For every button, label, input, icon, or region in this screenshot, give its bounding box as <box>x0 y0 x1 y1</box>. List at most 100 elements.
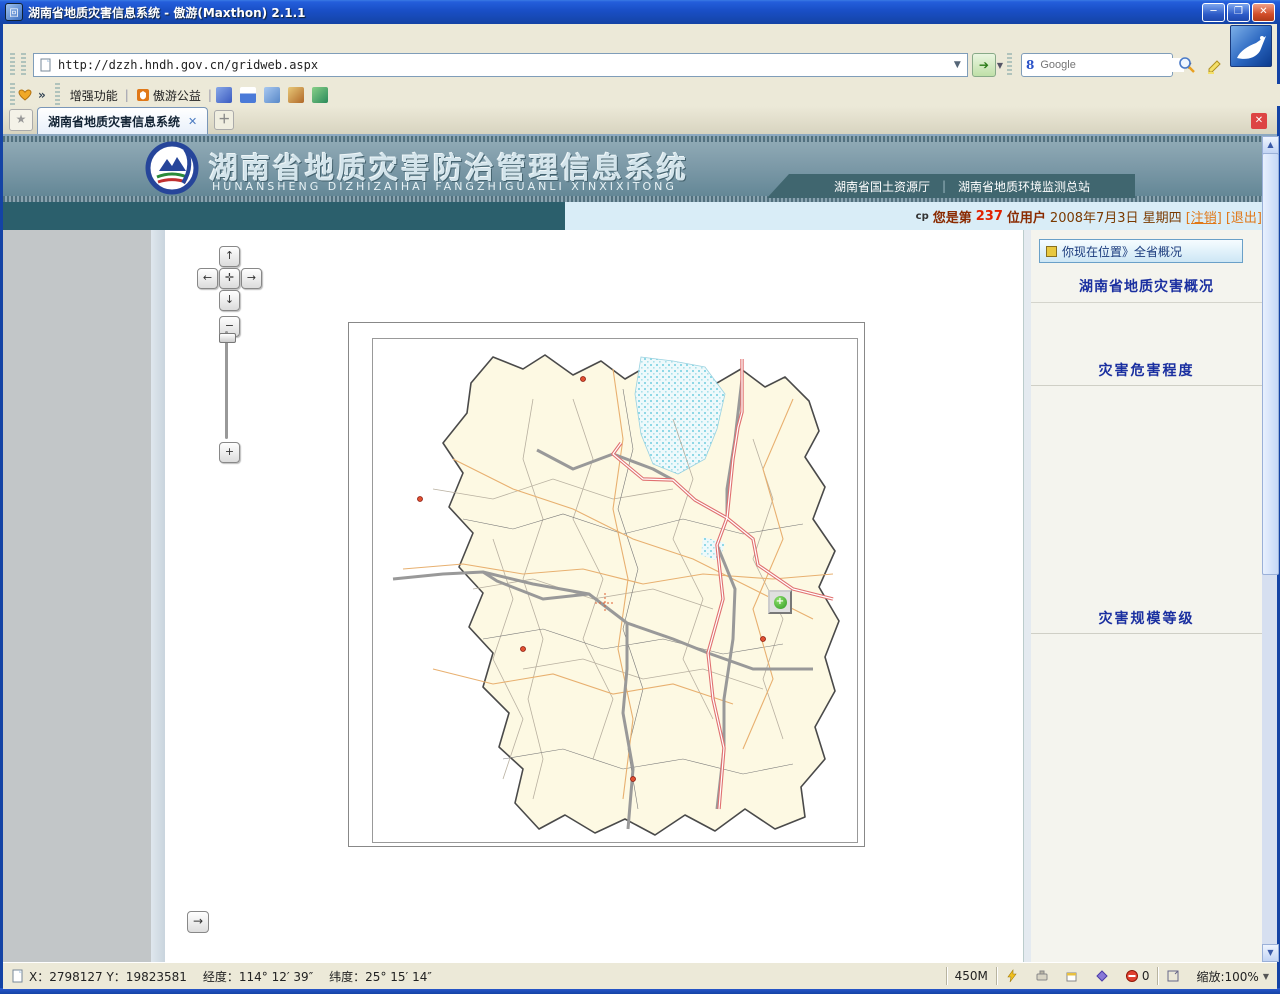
pan-left-button[interactable]: ← <box>197 268 218 289</box>
bookmarks-grip <box>55 83 60 107</box>
search-button[interactable] <box>1173 51 1201 79</box>
bookmarks-overflow-chevron[interactable]: » <box>38 88 46 102</box>
status-longitude: 经度：114° 12′ 39″ <box>195 966 321 986</box>
address-bar[interactable]: ▼ <box>33 53 968 77</box>
zoom-control[interactable]: 缩放:100% ▼ <box>1188 966 1277 986</box>
tab-star-icon[interactable]: ★ <box>9 109 33 131</box>
window-title: 湖南省地质灾害信息系统 - 傲游(Maxthon) 2.1.1 <box>28 4 306 21</box>
toolbar-grip <box>10 53 15 77</box>
flash-filter-icon[interactable] <box>997 966 1027 986</box>
map-marker-button[interactable]: + <box>768 590 792 614</box>
status-coordinates: X：2798127 Y：19823581 <box>29 968 187 985</box>
visitor-label-suffix: 位用户 <box>1007 207 1046 226</box>
messenger-icon[interactable] <box>216 87 232 103</box>
map-panel: ↑ ← ✛ → ↓ − + <box>165 230 1023 962</box>
maximize-button[interactable]: ❐ <box>1227 3 1250 22</box>
pan-down-button[interactable]: ↓ <box>219 290 240 311</box>
pan-center-button[interactable]: ✛ <box>219 268 240 289</box>
table1-title: 灾害危害程度 <box>1031 360 1262 386</box>
google-logo-icon: 8 <box>1026 58 1034 72</box>
location-icon <box>1046 246 1057 257</box>
sidebar <box>3 230 151 962</box>
status-bar: X：2798127 Y：19823581 经度：114° 12′ 39″ 纬度：… <box>3 962 1277 989</box>
sidebar-divider[interactable] <box>151 230 166 962</box>
charity-shield-icon <box>136 88 150 102</box>
pan-right-button[interactable]: → <box>241 268 262 289</box>
scroll-down-icon[interactable]: ▼ <box>1262 944 1279 962</box>
pan-up-button[interactable]: ↑ <box>219 246 240 267</box>
window-split-icon[interactable] <box>240 87 256 103</box>
overview-title: 湖南省地质灾害概况 <box>1031 276 1262 303</box>
cp-label: cp <box>916 211 929 222</box>
visitor-count: 237 <box>976 209 1003 224</box>
tab-bar: ★ 湖南省地质灾害信息系统 ✕ ＋ ✕ <box>3 106 1277 134</box>
scrollbar-thumb[interactable] <box>1262 153 1279 575</box>
plugin-icon[interactable] <box>312 87 328 103</box>
close-button[interactable]: ✕ <box>1252 3 1275 22</box>
exit-link[interactable]: [退出] <box>1226 207 1262 226</box>
maxthon-logo <box>1230 25 1272 67</box>
url-input[interactable] <box>56 57 950 73</box>
user-info-strip: cp 您是第 237 位用户 2008年7月3日 星期四 [注销] [退出] <box>565 202 1270 231</box>
table2-title: 灾害规模等级 <box>1031 608 1262 634</box>
maxthon-app-icon: 回 <box>5 3 23 21</box>
application-window: 回 湖南省地质灾害信息系统 - 傲游(Maxthon) 2.1.1 ─ ❐ ✕ … <box>0 0 1280 994</box>
tabbar-close-icon[interactable]: ✕ <box>1251 113 1267 129</box>
page-scrollbar[interactable]: ▲ ▼ <box>1262 136 1277 962</box>
page-content: ↑ ← ✛ → ↓ − + <box>3 230 1262 962</box>
zoom-slider-plus-button[interactable]: + <box>219 442 240 463</box>
zoom-dropdown-icon[interactable]: ▼ <box>1263 972 1269 981</box>
status-memory: 450M <box>947 966 996 986</box>
right-panel: 你现在位置》全省概况 湖南省地质灾害概况 灾害危害程度 灾害规模等级 <box>1031 230 1262 962</box>
proxy-icon[interactable] <box>1027 966 1057 986</box>
banner-links: 湖南省国土资源厅 | 湖南省地质环境监测总站 <box>789 174 1135 198</box>
search-input[interactable] <box>1038 58 1184 72</box>
site-subtitle: HUNANSHENG DIZHIZAIHAI FANGZHIGUANLI XIN… <box>212 180 677 193</box>
search-box[interactable]: 8 ▼ <box>1021 53 1173 77</box>
tab-label: 湖南省地质灾害信息系统 <box>48 113 180 130</box>
current-date: 2008年7月3日 星期四 <box>1050 207 1182 226</box>
blocked-count: 0 <box>1142 969 1150 983</box>
site-logo <box>145 141 199 195</box>
zoom-slider[interactable] <box>225 331 228 439</box>
scroll-up-icon[interactable]: ▲ <box>1262 136 1279 154</box>
map-frame: + <box>348 322 865 847</box>
brush-icon[interactable] <box>288 87 304 103</box>
new-tab-button[interactable]: ＋ <box>214 110 234 130</box>
map-expand-arrow-button[interactable]: → <box>187 911 209 933</box>
page-icon <box>39 58 53 72</box>
enhance-features-link[interactable]: 增强功能 <box>70 87 118 104</box>
zoom-level: 缩放:100% <box>1196 968 1258 985</box>
resize-page-icon[interactable] <box>1158 966 1188 986</box>
menu-bar <box>3 24 1240 46</box>
bookmarks-bar: » 增强功能 | 傲游公益 | <box>3 84 1280 106</box>
link-geo-environment-station[interactable]: 湖南省地质环境监测总站 <box>946 178 1102 195</box>
favorites-heart-icon[interactable] <box>18 88 32 102</box>
title-bar: 回 湖南省地质灾害信息系统 - 傲游(Maxthon) 2.1.1 <box>0 0 1280 24</box>
maxthon-charity-link[interactable]: 傲游公益 <box>136 87 201 104</box>
visitor-label: 您是第 <box>933 207 972 226</box>
main-nav: cp 您是第 237 位用户 2008年7月3日 星期四 [注销] [退出] <box>3 202 1262 230</box>
go-dropdown-icon[interactable]: ▼ <box>997 61 1003 70</box>
new-window-icon[interactable] <box>1057 966 1087 986</box>
url-dropdown-icon[interactable]: ▼ <box>950 60 965 70</box>
go-button[interactable]: ➔ <box>972 53 996 77</box>
notes-icon[interactable] <box>264 87 280 103</box>
site-banner: 湖南省地质灾害防治管理信息系统 HUNANSHENG DIZHIZAIHAI F… <box>3 136 1262 202</box>
tab-close-icon[interactable]: ✕ <box>188 115 197 128</box>
status-latitude: 纬度：25° 15′ 14″ <box>321 966 440 986</box>
browser-toolbar: ▼ ➔ ▼ 8 ▼ <box>3 46 1229 84</box>
toolbar-grip <box>21 53 26 77</box>
blocked-popup-counter[interactable]: 0 <box>1117 966 1158 986</box>
book-icon[interactable] <box>1087 966 1117 986</box>
minimize-button[interactable]: ─ <box>1202 3 1225 22</box>
green-plus-icon: + <box>774 596 787 609</box>
logout-link[interactable]: [注销] <box>1186 207 1222 226</box>
breadcrumb: 你现在位置》全省概况 <box>1039 239 1243 263</box>
bookmarks-grip <box>10 83 15 107</box>
toolbar-grip <box>1007 53 1012 77</box>
zoom-slider-thumb[interactable] <box>219 333 236 343</box>
link-land-resources-dept[interactable]: 湖南省国土资源厅 <box>822 178 942 195</box>
tab-active[interactable]: 湖南省地质灾害信息系统 ✕ <box>37 107 208 134</box>
highlight-button[interactable] <box>1201 51 1229 79</box>
